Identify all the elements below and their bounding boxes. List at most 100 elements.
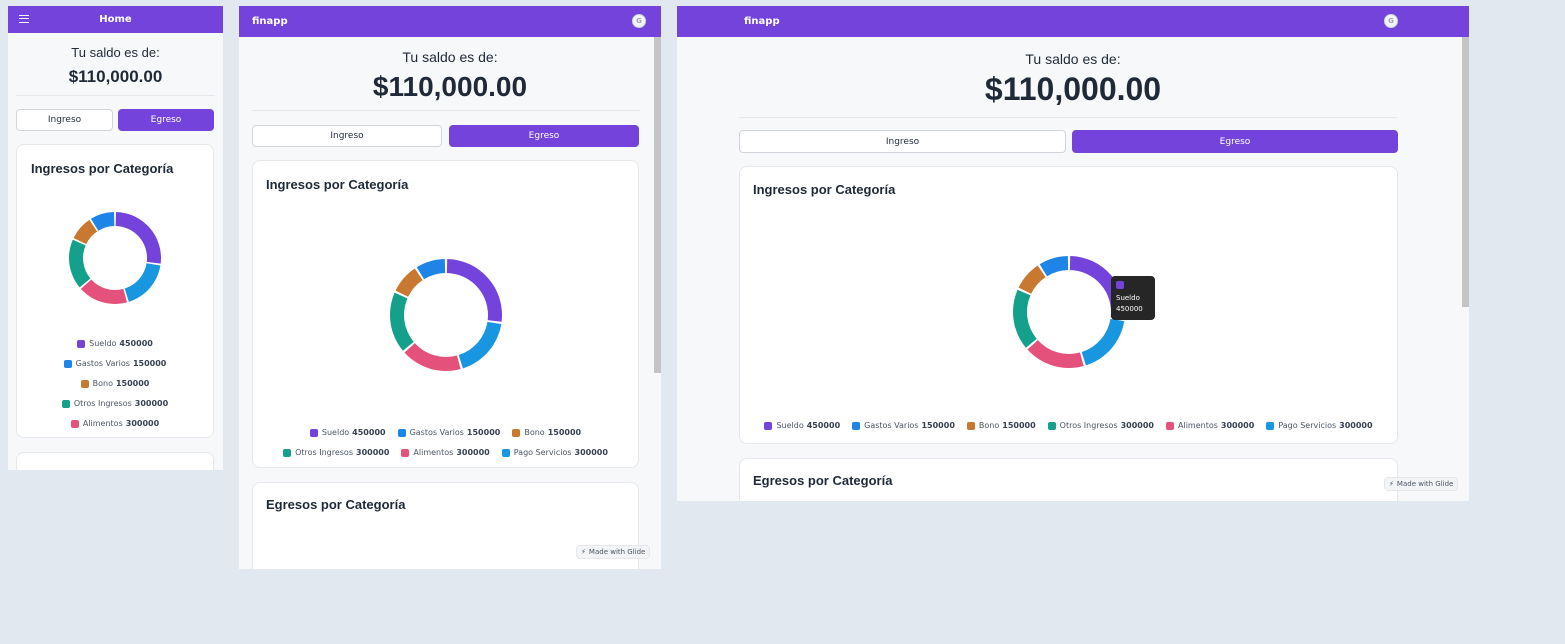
donut-slice-otros-ingresos[interactable]: [1013, 289, 1037, 348]
legend-item: Otros Ingresos 300000: [29, 394, 201, 414]
divider: [739, 117, 1397, 118]
divider: [16, 95, 215, 96]
legend-value: 300000: [356, 448, 390, 457]
legend-value: 150000: [547, 428, 582, 437]
legend-label: Bono: [978, 421, 1000, 430]
legend: Sueldo 450000 Gastos Varios 150000 Bono 150…: [253, 423, 638, 463]
glide-icon: ⚡: [581, 548, 586, 556]
donut-slice-sueldo[interactable]: [115, 212, 161, 264]
swatch: [966, 422, 975, 430]
donut-slice-otros-ingresos[interactable]: [69, 239, 91, 288]
donut-slice-gastos-varios[interactable]: [416, 259, 446, 280]
legend-value: 300000: [1120, 421, 1154, 430]
made-with-glide-badge[interactable]: ⚡ Made with Glide: [576, 545, 651, 559]
legend-label: Sueldo: [776, 421, 804, 430]
avatar[interactable]: G: [1384, 14, 1398, 28]
legend-item: Bono 150000: [512, 423, 581, 443]
scrollbar[interactable]: [654, 37, 661, 373]
legend-label: Bono: [92, 379, 113, 388]
swatch: [309, 429, 318, 437]
balance-block: Tu saldo es de: $110,000.00: [677, 51, 1469, 108]
chart-tooltip: Sueldo 450000: [1111, 276, 1155, 320]
legend-item: Alimentos 300000: [401, 443, 490, 463]
donut-slice-bono[interactable]: [1018, 265, 1046, 294]
egreso-button[interactable]: Egreso: [1072, 130, 1398, 153]
legend-value: 150000: [921, 421, 955, 430]
egresos-card: Egresos por Categoría: [739, 458, 1398, 501]
legend-value: 150000: [132, 359, 167, 368]
egreso-button[interactable]: Egreso: [449, 125, 639, 147]
legend-value: 150000: [115, 379, 150, 388]
desktop-frame: finapp G Tu saldo es de: $110,000.00 Ing…: [677, 6, 1469, 501]
swatch: [80, 380, 89, 388]
top-bar: finapp G: [239, 6, 661, 37]
swatch: [852, 422, 861, 430]
balance-label: Tu saldo es de:: [402, 49, 498, 65]
legend-value: 150000: [1002, 421, 1036, 430]
legend-value: 300000: [456, 448, 490, 457]
legend-label: Sueldo: [321, 428, 350, 437]
swatch: [401, 449, 410, 457]
ingreso-button[interactable]: Ingreso: [739, 130, 1066, 153]
swatch: [63, 360, 72, 368]
egreso-button[interactable]: Egreso: [118, 109, 214, 131]
legend-value: 300000: [1339, 421, 1373, 430]
legend-label: Sueldo: [89, 339, 117, 348]
donut-slice-sueldo[interactable]: [446, 259, 502, 322]
balance-amount: $110,000.00: [984, 71, 1162, 107]
donut-slice-bono[interactable]: [73, 219, 98, 245]
legend-item: Pago Servicios300000: [1266, 418, 1373, 434]
donut-slice-gastos-varios[interactable]: [1039, 256, 1069, 277]
donut-slice-otros-ingresos[interactable]: [390, 292, 414, 351]
made-with-glide-badge[interactable]: ⚡ Made with Glide: [1384, 477, 1459, 491]
legend-label: Bono: [524, 428, 545, 437]
legend-value: 150000: [466, 428, 501, 437]
legend-label: Pago Servicios: [74, 434, 132, 437]
legend-item: Sueldo 450000: [309, 423, 386, 443]
legend-item: Otros Ingresos 300000: [283, 443, 389, 463]
legend-label: Otros Ingresos: [73, 399, 132, 408]
avatar[interactable]: G: [632, 14, 646, 28]
balance-block: Tu saldo es de: $110,000.00: [239, 49, 661, 103]
scrollbar[interactable]: [1462, 37, 1469, 307]
top-bar: Home: [8, 6, 223, 33]
legend-value: 450000: [352, 428, 386, 437]
swatch: [1047, 422, 1056, 430]
legend-label: Pago Servicios: [513, 448, 572, 457]
legend-value: 300000: [125, 419, 160, 428]
swatch: [501, 449, 510, 457]
legend-label: Alimentos: [1178, 421, 1218, 430]
mobile-frame: Home Tu saldo es de: $110,000.00 Ingreso…: [8, 6, 223, 470]
tablet-frame: finapp G Tu saldo es de: $110,000.00 Ing…: [239, 6, 661, 569]
legend-value: 300000: [134, 399, 169, 408]
ingreso-button[interactable]: Ingreso: [16, 109, 113, 131]
donut-slice-alimentos[interactable]: [80, 279, 128, 304]
swatch: [1266, 422, 1275, 430]
donut-slice-bono[interactable]: [395, 268, 423, 297]
app-name: finapp: [252, 16, 288, 27]
legend-label: Gastos Varios: [409, 428, 464, 437]
top-bar: finapp G: [677, 6, 1469, 37]
balance-amount: $110,000.00: [372, 71, 528, 102]
donut-slice-pago-servicios[interactable]: [1081, 318, 1125, 366]
legend-value: 300000: [135, 434, 168, 437]
legend-item: Alimentos 300000: [1166, 418, 1254, 434]
legend-label: Gastos Varios: [75, 359, 130, 368]
app-name: finapp: [744, 16, 780, 27]
legend-item: Bono 150000: [966, 418, 1036, 434]
ingresos-card: Ingresos por Categoría Sueldo 450000 Sue…: [739, 166, 1398, 444]
donut-slice-pago-servicios[interactable]: [124, 263, 161, 302]
legend-item: Sueldo 450000: [764, 418, 840, 434]
tooltip-row: Sueldo: [1116, 281, 1150, 304]
swatch: [764, 422, 773, 430]
legend-item: Alimentos 300000: [29, 414, 201, 434]
ingreso-button[interactable]: Ingreso: [252, 125, 442, 147]
donut-slice-alimentos[interactable]: [1027, 340, 1084, 368]
legend-item: Otros Ingresos 300000: [1047, 418, 1154, 434]
donut-slice-alimentos[interactable]: [404, 343, 461, 371]
legend-value: 450000: [119, 339, 153, 348]
donut-slice-pago-servicios[interactable]: [458, 321, 502, 369]
swatch: [1166, 422, 1174, 430]
legend-item: Gastos Varios 150000: [63, 354, 167, 374]
tooltip-label: Sueldo: [1116, 294, 1140, 302]
